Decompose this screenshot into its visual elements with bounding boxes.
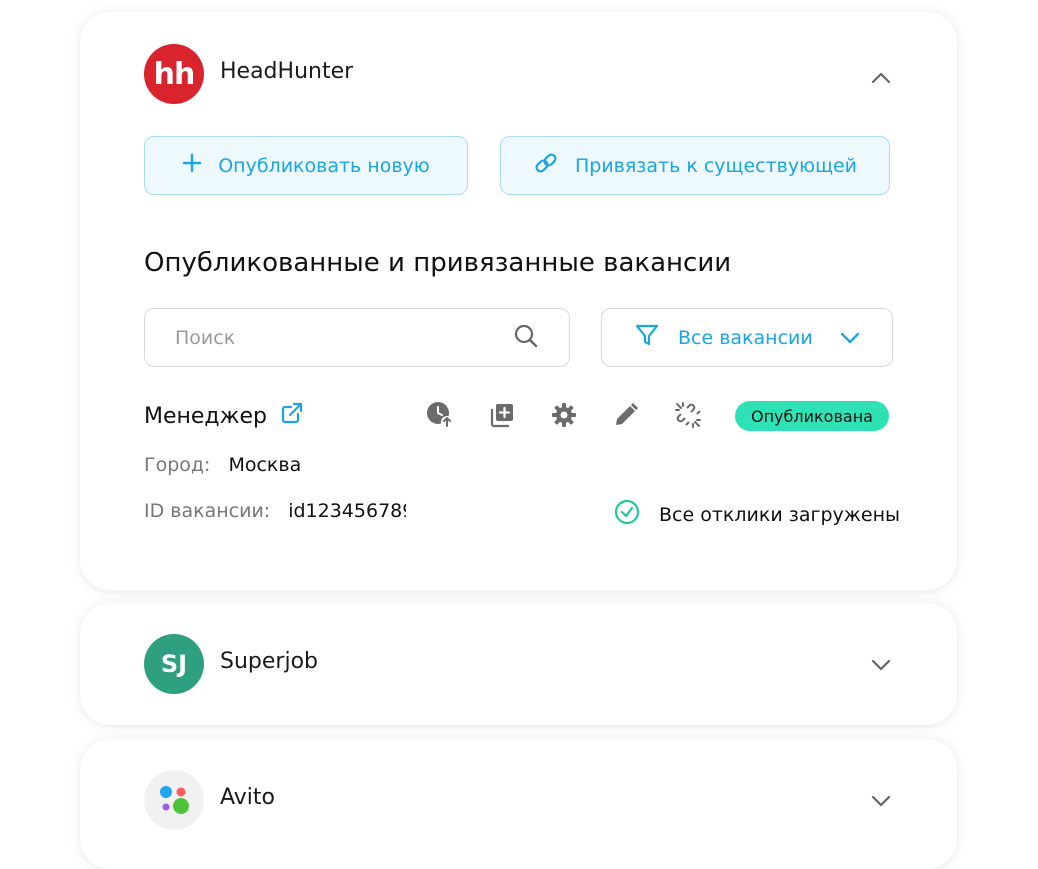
edit-icon[interactable] (611, 400, 641, 430)
vacancy-id-label: ID вакансии: (144, 500, 271, 522)
collapse-chevron-up-icon[interactable] (867, 64, 895, 92)
avito-logo (144, 770, 204, 830)
plus-icon (182, 153, 202, 178)
section-title: Опубликованные и привязанные вакансии (144, 248, 732, 278)
superjob-logo-text: SJ (160, 650, 188, 678)
vacancy-filter-select[interactable]: Все вакансии (601, 308, 893, 367)
search-icon[interactable] (513, 323, 539, 353)
superjob-card[interactable]: SJ Superjob (80, 603, 957, 725)
expand-chevron-down-icon[interactable] (867, 787, 895, 815)
publish-new-label: Опубликовать новую (218, 154, 430, 177)
duplicate-icon[interactable] (487, 400, 517, 430)
filter-selected-label: Все вакансии (678, 326, 813, 349)
expand-chevron-down-icon[interactable] (867, 651, 895, 679)
link-existing-label: Привязать к существующей (574, 154, 858, 177)
headhunter-card: hh HeadHunter Опубликовать новую Привяза… (80, 12, 957, 590)
avito-card[interactable]: Avito (80, 739, 957, 869)
settings-icon[interactable] (549, 400, 579, 430)
superjob-title: Superjob (220, 649, 318, 674)
vacancy-id-value: id123456789 (288, 500, 407, 522)
check-circle-icon (613, 498, 641, 531)
link-icon (533, 150, 559, 181)
vacancy-title-row: Менеджер (144, 402, 303, 430)
headhunter-logo-text: hh (153, 56, 196, 92)
city-row: Город: Москва (144, 454, 301, 476)
vacancy-title: Менеджер (144, 403, 267, 429)
search-input[interactable] (175, 326, 513, 349)
avito-logo-icon (160, 786, 189, 814)
vacancy-actions (425, 400, 703, 430)
external-link-icon[interactable] (281, 402, 303, 430)
city-label: Город: (144, 454, 211, 476)
avito-title: Avito (220, 785, 275, 810)
headhunter-title: HeadHunter (220, 59, 354, 84)
link-existing-button[interactable]: Привязать к существующей (500, 136, 890, 195)
city-value: Москва (228, 454, 302, 476)
filter-icon (634, 322, 660, 353)
publish-new-button[interactable]: Опубликовать новую (144, 136, 468, 195)
vacancy-id-row: ID вакансии: id123456789 (144, 500, 406, 522)
search-field[interactable] (144, 308, 570, 367)
schedule-upload-icon[interactable] (425, 400, 455, 430)
responses-status: Все отклики загружены (613, 498, 900, 531)
unlink-icon[interactable] (673, 400, 703, 430)
superjob-logo: SJ (144, 634, 204, 694)
chevron-down-icon (840, 327, 860, 349)
responses-status-text: Все отклики загружены (659, 503, 900, 526)
status-badge: Опубликована (735, 401, 889, 431)
headhunter-logo: hh (144, 44, 204, 104)
